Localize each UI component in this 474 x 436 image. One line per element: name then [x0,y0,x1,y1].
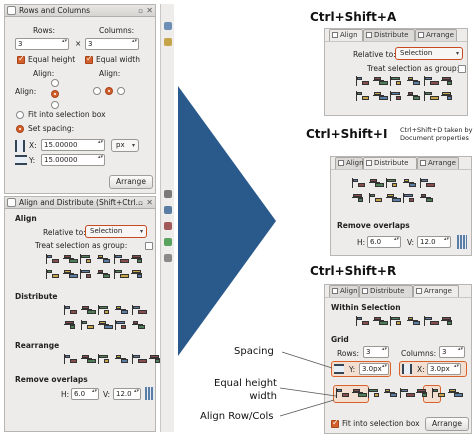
equal-hw-line-2: width [249,391,277,402]
equal-hw-line-1: Equal height [214,378,277,389]
equal-hw-leader-line [279,387,337,397]
align-rowcols-callout: Align Row/Cols [200,411,274,422]
equal-hw-callout: Equal height width [214,377,277,403]
spacing-leader-line [281,351,333,369]
spacing-leader [279,351,337,417]
align-rowcols-leader-line [279,399,335,417]
